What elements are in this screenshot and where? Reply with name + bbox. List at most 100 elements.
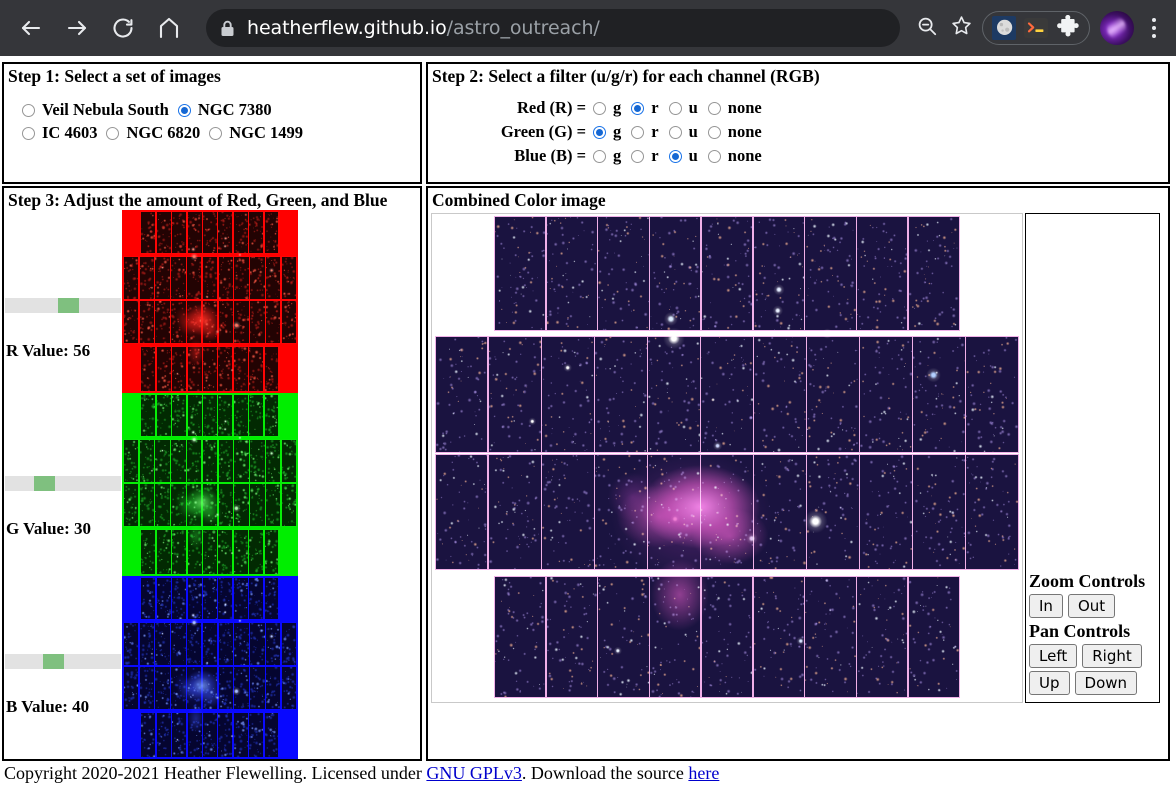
- radio-icon[interactable]: [22, 103, 35, 117]
- image-set-option-ngc-1499[interactable]: NGC 1499: [209, 123, 303, 143]
- terminal-extension-icon[interactable]: [1023, 15, 1049, 41]
- radio-icon[interactable]: [707, 101, 721, 115]
- mosaic-tile: [488, 455, 541, 570]
- sky-starfield: [187, 439, 202, 482]
- sky-starfield: [807, 455, 859, 570]
- green-filter-option-g[interactable]: g: [593, 122, 621, 142]
- moon-extension-icon[interactable]: [991, 15, 1017, 41]
- mosaic-tile: [156, 394, 171, 436]
- mosaic-tile: [249, 529, 264, 574]
- step3-panel: Step 3: Adjust the amount of Red, Green,…: [2, 186, 422, 761]
- sky-starfield: [264, 712, 279, 757]
- forward-button[interactable]: [58, 9, 96, 47]
- green-slider-thumb[interactable]: [34, 476, 55, 491]
- image-set-option-ngc-7380[interactable]: NGC 7380: [177, 100, 272, 120]
- mosaic-tile: [435, 455, 488, 570]
- puzzle-extension-icon[interactable]: [1055, 14, 1081, 41]
- mosaic-tile: [281, 667, 297, 709]
- green-filter-option-r[interactable]: r: [631, 122, 659, 142]
- mosaic-tile: [187, 211, 202, 253]
- pan-up-button[interactable]: Up: [1029, 671, 1070, 695]
- sky-starfield: [264, 577, 279, 619]
- browser-toolbar: heatherflew.github.io/astro_outreach/: [0, 0, 1176, 56]
- arrow-right-icon: [65, 16, 89, 40]
- bookmark-button[interactable]: [944, 11, 978, 45]
- sky-starfield: [187, 394, 202, 436]
- radio-icon-checked[interactable]: [631, 101, 645, 115]
- sky-starfield: [218, 712, 233, 757]
- radio-icon[interactable]: [631, 149, 645, 163]
- option-label: NGC 7380: [197, 100, 272, 119]
- radio-icon[interactable]: [209, 126, 223, 140]
- sky-starfield: [202, 667, 218, 709]
- reload-button[interactable]: [104, 9, 142, 47]
- image-set-radio-group: Veil Nebula South NGC 7380 IC 4603 NGC 6…: [4, 86, 420, 143]
- mosaic-tile: [595, 337, 647, 453]
- sky-starfield: [156, 577, 171, 619]
- sky-starfield: [172, 529, 187, 574]
- sky-starfield: [281, 256, 297, 299]
- combined-image-canvas[interactable]: [431, 213, 1023, 703]
- radio-icon[interactable]: [631, 125, 645, 139]
- sky-starfield: [250, 622, 265, 665]
- red-slider[interactable]: [5, 298, 121, 313]
- blue-filter-option-none[interactable]: none: [707, 146, 762, 166]
- image-set-option-veil-nebula-south[interactable]: Veil Nebula South: [22, 100, 169, 120]
- source-download-link[interactable]: here: [688, 763, 719, 783]
- green-filter-option-u[interactable]: u: [668, 122, 698, 142]
- sky-starfield: [266, 256, 281, 299]
- mosaic-tile: [807, 455, 859, 570]
- mosaic-tile: [233, 211, 248, 253]
- red-slider-thumb[interactable]: [58, 298, 79, 313]
- mosaic-tile: [171, 439, 186, 482]
- radio-icon[interactable]: [668, 125, 682, 139]
- radio-icon-checked[interactable]: [593, 125, 606, 139]
- pan-down-button[interactable]: Down: [1074, 671, 1138, 695]
- image-set-option-ic-4603[interactable]: IC 4603: [22, 123, 97, 143]
- mosaic-tile: [250, 301, 265, 343]
- radio-icon[interactable]: [22, 126, 35, 140]
- sky-starfield: [187, 667, 202, 709]
- sky-starfield: [249, 394, 264, 436]
- pan-right-button[interactable]: Right: [1082, 644, 1142, 668]
- red-filter-option-r[interactable]: r: [631, 98, 659, 118]
- home-button[interactable]: [150, 9, 188, 47]
- image-set-option-ngc-6820[interactable]: NGC 6820: [106, 123, 200, 143]
- green-slider[interactable]: [5, 476, 121, 491]
- mosaic-tile: [156, 346, 171, 391]
- radio-icon[interactable]: [707, 149, 721, 163]
- radio-icon[interactable]: [593, 149, 606, 163]
- sky-starfield: [187, 211, 202, 253]
- red-filter-option-g[interactable]: g: [593, 98, 621, 118]
- blue-slider[interactable]: [5, 654, 121, 669]
- sky-starfield: [218, 622, 233, 665]
- gpl-license-link[interactable]: GNU GPLv3: [426, 763, 522, 783]
- sky-starfield: [139, 256, 154, 299]
- address-bar[interactable]: heatherflew.github.io/astro_outreach/: [206, 9, 900, 47]
- mosaic-tile: [141, 346, 156, 391]
- radio-icon[interactable]: [668, 101, 682, 115]
- radio-icon[interactable]: [707, 125, 721, 139]
- red-filter-option-u[interactable]: u: [668, 98, 698, 118]
- zoom-out-button[interactable]: Out: [1067, 594, 1116, 618]
- pan-left-button[interactable]: Left: [1029, 644, 1078, 668]
- zoom-out-button[interactable]: [910, 11, 944, 45]
- blue-filter-option-u[interactable]: u: [668, 146, 698, 166]
- green-filter-option-none[interactable]: none: [707, 122, 762, 142]
- profile-avatar[interactable]: [1100, 11, 1134, 45]
- back-button[interactable]: [12, 9, 50, 47]
- blue-slider-thumb[interactable]: [43, 654, 64, 669]
- red-filter-option-none[interactable]: none: [707, 98, 762, 118]
- blue-filter-option-r[interactable]: r: [631, 146, 659, 166]
- blue-filter-option-g[interactable]: g: [593, 146, 621, 166]
- radio-icon[interactable]: [106, 126, 120, 140]
- three-dot-menu-icon[interactable]: [1140, 18, 1168, 38]
- blue-channel-image: [122, 576, 298, 759]
- mosaic-row: [140, 576, 280, 620]
- home-icon: [157, 16, 181, 40]
- radio-icon[interactable]: [593, 101, 606, 115]
- radio-icon-checked[interactable]: [668, 149, 682, 163]
- zoom-in-button[interactable]: In: [1029, 594, 1063, 618]
- radio-icon-checked[interactable]: [177, 103, 191, 117]
- filter-row-red: Red (R) = g r u none: [428, 96, 1168, 120]
